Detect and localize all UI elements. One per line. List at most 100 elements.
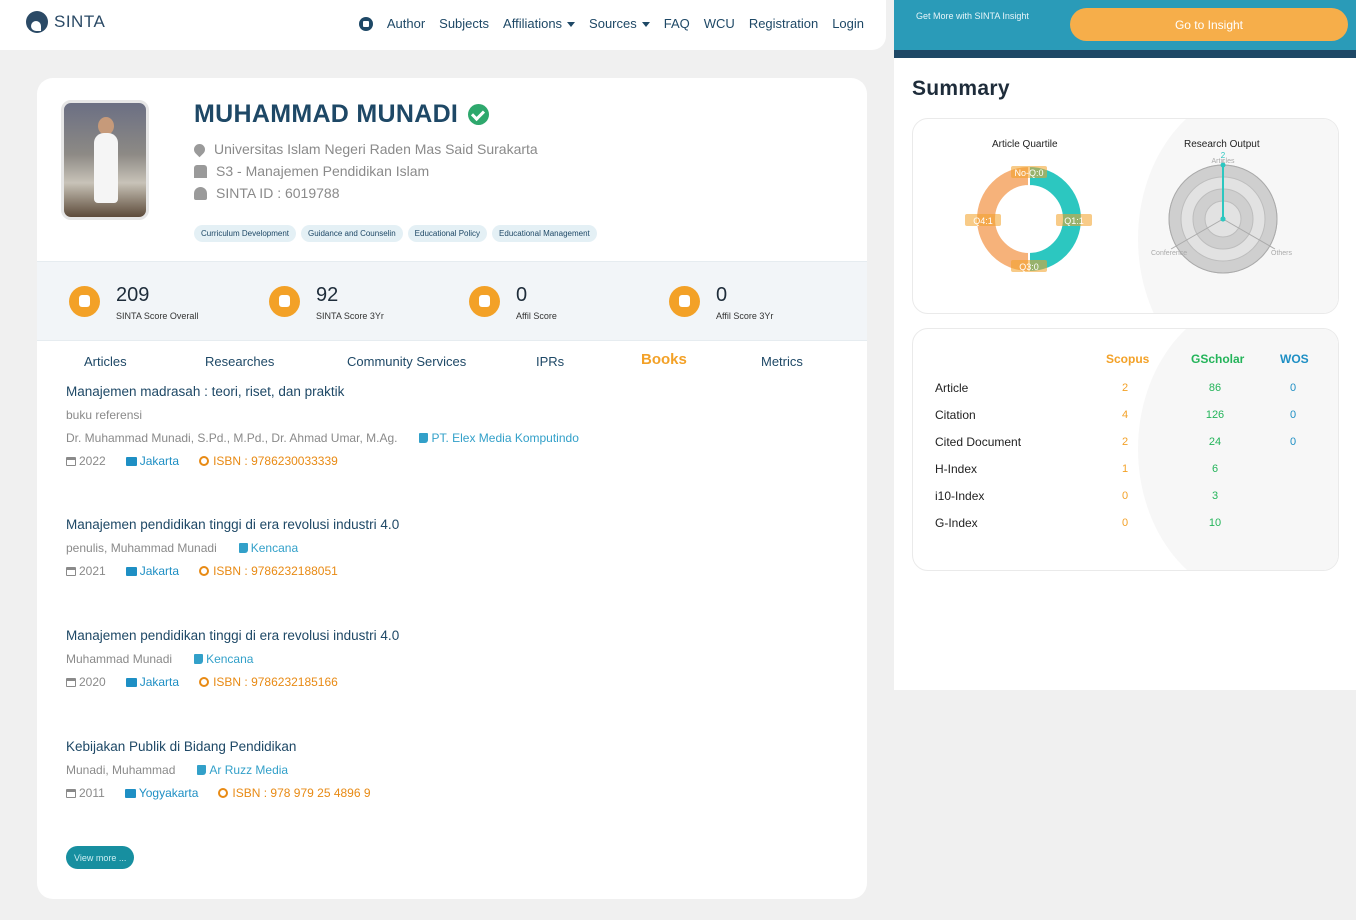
score-stats-bar: 209 SINTA Score Overall 92 SINTA Score 3Yr… — [37, 261, 867, 341]
book-title-link[interactable]: Kebijakan Publik di Bidang Pendidikan — [66, 739, 371, 754]
verified-check-icon — [468, 104, 490, 125]
metric-value-gscholar: 6 — [1211, 463, 1219, 475]
metric-row-label: Article — [935, 381, 969, 395]
stat-label: SINTA Score 3Yr — [316, 311, 384, 321]
book-authors-row: penulis, Muhammad Munadi Kencana — [66, 541, 399, 555]
subject-tags: Curriculum Development Guidance and Coun… — [194, 225, 597, 242]
book-city-text: Yogyakarta — [138, 786, 199, 800]
tab-articles[interactable]: Articles — [84, 354, 127, 369]
book-isbn: ISBN : 9786232188051 — [199, 564, 338, 578]
book-year-text: 2011 — [79, 786, 105, 800]
book-details-row: 2020 Jakarta ISBN : 9786232185166 — [66, 675, 399, 689]
stat-label: Affil Score 3Yr — [716, 311, 774, 321]
book-isbn-text: ISBN : 978 979 25 4896 9 — [232, 786, 371, 800]
book-details-row: 2021 Jakarta ISBN : 9786232188051 — [66, 564, 399, 578]
nav-sources-label: Sources — [589, 16, 637, 31]
graduation-cap-icon — [269, 286, 300, 317]
donut-label: Q1:1 — [1064, 216, 1084, 226]
nav-author[interactable]: Author — [387, 16, 425, 31]
book-year-text: 2022 — [79, 454, 106, 468]
message-icon — [125, 677, 137, 687]
book-year: 2021 — [66, 564, 106, 578]
tab-metrics[interactable]: Metrics — [761, 354, 803, 369]
book-item: Manajemen pendidikan tinggi di era revol… — [66, 628, 399, 689]
radar-axis-label: Others — [1271, 250, 1293, 257]
metric-row-label: Citation — [935, 408, 976, 422]
stat-affil-score-3yr: 0 Affil Score 3Yr — [669, 283, 773, 321]
tab-books[interactable]: Books — [641, 351, 687, 368]
book-details-row: 2011 Yogyakarta ISBN : 978 979 25 4896 9 — [66, 786, 371, 800]
calendar-icon — [66, 677, 76, 687]
metric-value-gscholar: 10 — [1208, 517, 1222, 529]
subject-tag[interactable]: Curriculum Development — [194, 225, 297, 242]
book-item: Manajemen pendidikan tinggi di era revol… — [66, 517, 399, 578]
brand-name: SINTA — [54, 12, 106, 31]
book-city: Jakarta — [125, 675, 180, 689]
book-icon — [197, 765, 207, 775]
book-item: Kebijakan Publik di Bidang Pendidikan Mu… — [66, 739, 371, 800]
bar-chart-icon — [669, 286, 700, 317]
author-name-row: MUHAMMAD MUNADI — [194, 100, 490, 129]
affiliation-line: Universitas Islam Negeri Raden Mas Said … — [191, 141, 538, 157]
nav-affiliations[interactable]: Affiliations — [503, 16, 576, 31]
profile-tabs: Articles Researches Community Services I… — [37, 351, 867, 373]
book-authors-row: Dr. Muhammad Munadi, S.Pd., M.Pd., Dr. A… — [66, 431, 579, 445]
chevron-down-icon — [567, 22, 576, 28]
location-pin-icon — [191, 141, 208, 157]
stat-sinta-score-3yr: 92 SINTA Score 3Yr — [269, 283, 384, 321]
book-title-link[interactable]: Manajemen pendidikan tinggi di era revol… — [66, 628, 399, 643]
subject-tag[interactable]: Educational Policy — [407, 225, 488, 242]
donut-label: Q4:1 — [973, 216, 993, 226]
message-icon — [125, 456, 137, 466]
book-publisher-name: Ar Ruzz Media — [209, 763, 289, 777]
calendar-icon — [66, 456, 76, 466]
stat-sinta-score-overall: 209 SINTA Score Overall — [69, 283, 198, 321]
book-year-text: 2020 — [79, 675, 106, 689]
nav-subjects[interactable]: Subjects — [439, 16, 489, 31]
nav-faq[interactable]: FAQ — [664, 16, 690, 31]
avatar-body — [94, 133, 118, 203]
stat-value: 92 — [316, 284, 339, 306]
view-more-button[interactable]: View more ... — [66, 846, 135, 869]
book-publisher-name: Kencana — [250, 541, 299, 555]
metric-value-scopus: 1 — [1121, 463, 1129, 475]
affiliation-link[interactable]: Universitas Islam Negeri Raden Mas Said … — [214, 141, 538, 157]
sinta-logo[interactable]: SINTA — [26, 11, 105, 33]
nav-sources[interactable]: Sources — [589, 16, 650, 31]
book-item: Manajemen madrasah : teori, riset, dan p… — [66, 384, 579, 468]
subject-tag[interactable]: Guidance and Counselin — [301, 225, 403, 242]
stat-label: Affil Score — [516, 311, 557, 321]
nav-registration[interactable]: Registration — [749, 16, 818, 31]
book-title-link[interactable]: Manajemen pendidikan tinggi di era revol… — [66, 517, 399, 532]
summary-charts-panel: Article Quartile Research Output No-Q:0 Q… — [912, 118, 1339, 314]
column-scopus: Scopus — [1106, 352, 1150, 366]
tab-community-services[interactable]: Community Services — [347, 354, 466, 369]
tab-researches[interactable]: Researches — [205, 354, 274, 369]
summary-title: Summary — [912, 77, 1010, 100]
subject-tag[interactable]: Educational Management — [492, 225, 597, 242]
user-score-icon — [69, 286, 100, 317]
donut-label: No-Q:0 — [1014, 168, 1043, 178]
metric-value-wos: 0 — [1289, 409, 1297, 421]
book-title-link[interactable]: Manajemen madrasah : teori, riset, dan p… — [66, 384, 579, 399]
circle-icon — [199, 566, 210, 576]
metric-value-scopus: 2 — [1121, 382, 1129, 394]
book-year-text: 2021 — [79, 564, 106, 578]
book-city-text: Jakarta — [139, 675, 180, 689]
radar-tick-label: 2 — [1221, 151, 1226, 160]
tab-iprs[interactable]: IPRs — [536, 354, 564, 369]
book-isbn-text: ISBN : 9786232188051 — [213, 564, 338, 578]
book-city: Jakarta — [125, 564, 179, 578]
nav-wcu[interactable]: WCU — [704, 16, 735, 31]
program-line: S3 - Manajemen Pendidikan Islam — [194, 163, 429, 179]
metric-value-wos: 0 — [1289, 382, 1297, 394]
metric-row-label: i10-Index — [935, 489, 985, 503]
avatar — [61, 100, 149, 220]
book-authors: Muhammad Munadi — [66, 652, 173, 666]
book-icon — [194, 654, 204, 664]
go-to-insight-button[interactable]: Go to Insight — [1070, 8, 1348, 41]
author-name: MUHAMMAD MUNADI — [194, 100, 459, 128]
user-icon — [194, 186, 207, 200]
home-icon[interactable] — [358, 16, 373, 31]
nav-login[interactable]: Login — [832, 16, 864, 31]
